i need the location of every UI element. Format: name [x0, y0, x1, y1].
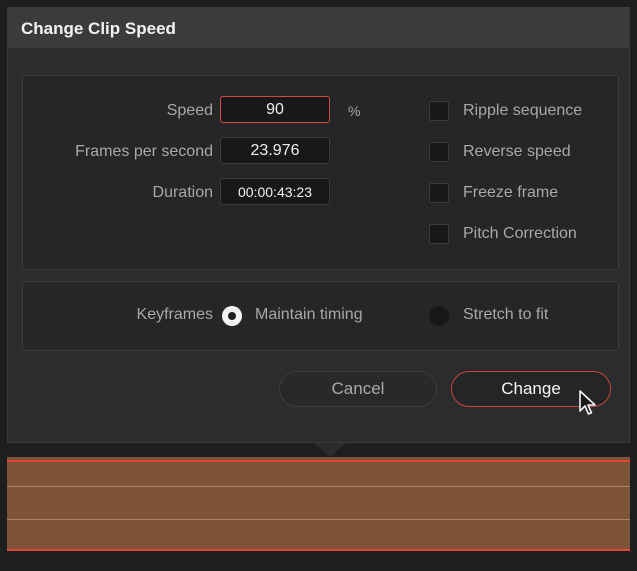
freeze-frame-label: Freeze frame [463, 184, 559, 201]
clip-divider-line [7, 486, 630, 487]
pitch-correction-label: Pitch Correction [463, 225, 577, 242]
ripple-sequence-label: Ripple sequence [463, 102, 583, 119]
speed-unit-label: % [348, 103, 361, 119]
stretch-to-fit-radio[interactable] [429, 306, 449, 326]
speed-label: Speed [166, 102, 213, 119]
ripple-sequence-checkbox[interactable] [429, 101, 449, 121]
maintain-timing-radio[interactable] [222, 306, 242, 326]
fps-label: Frames per second [75, 143, 213, 160]
mouse-pointer-icon [579, 390, 596, 415]
dialog-titlebar[interactable]: Change Clip Speed [8, 8, 629, 49]
freeze-frame-checkbox[interactable] [429, 183, 449, 203]
fps-input[interactable] [220, 137, 330, 164]
cancel-button[interactable]: Cancel [279, 371, 437, 407]
duration-label: Duration [152, 184, 213, 201]
keyframes-panel: Keyframes Maintain timing Stretch to fit [22, 281, 619, 351]
pitch-correction-checkbox[interactable] [429, 224, 449, 244]
reverse-speed-checkbox[interactable] [429, 142, 449, 162]
clip-bottom-edge [7, 549, 630, 551]
keyframes-label: Keyframes [136, 306, 213, 323]
speed-input[interactable] [220, 96, 330, 123]
timeline-clip[interactable] [7, 457, 630, 551]
clip-top-edge [7, 460, 630, 462]
reverse-speed-label: Reverse speed [463, 143, 571, 160]
timeline-clip-area [7, 443, 630, 571]
duration-input[interactable] [220, 178, 330, 205]
speed-settings-panel: Speed % Frames per second Duration Rippl… [22, 75, 619, 270]
stretch-to-fit-label: Stretch to fit [463, 306, 549, 323]
clip-divider-line [7, 519, 630, 520]
dialog-title: Change Clip Speed [21, 19, 176, 38]
maintain-timing-label: Maintain timing [255, 306, 363, 323]
